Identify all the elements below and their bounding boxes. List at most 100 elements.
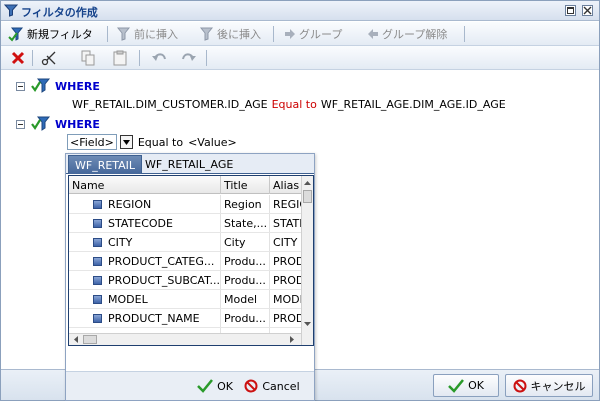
paste-button[interactable] [113,49,127,67]
popup-cancel-button[interactable]: Cancel [242,375,302,397]
separator [139,50,140,66]
field-placeholder: <Field> [70,135,114,149]
condition-operator[interactable]: Equal to [272,98,317,111]
vertical-scrollbar[interactable] [301,176,313,345]
field-name-cell: MODEL [69,290,221,308]
cancel-icon [244,379,258,393]
value-placeholder[interactable]: <Value> [188,136,237,149]
ungroup-label: グループ解除 [382,28,448,41]
separator [206,50,207,66]
field-row[interactable]: PRODUCT_SUBCAT...Produ...PRODUCT_SUBCATE… [69,271,301,290]
field-name-cell: PRODUCT_SUBCAT... [69,271,221,289]
field-title: Model [221,290,270,308]
horizontal-scrollbar[interactable] [69,333,301,345]
separator [107,26,108,42]
popup-ok-button[interactable]: OK [194,375,236,397]
scroll-down-icon[interactable] [302,319,313,329]
field-dropdown-button[interactable] [119,135,133,149]
where-node-2[interactable]: WHERE [16,116,100,132]
insert-filter-icon [116,27,131,41]
popup-cancel-label: Cancel [262,379,300,393]
title-bar: フィルタの作成 [1,1,599,21]
cut-button[interactable] [41,49,57,67]
condition-right-field[interactable]: WF_RETAIL_AGE.DIM_AGE.ID_AGE [321,98,506,111]
field-name: PRODUCT_SUBCAT... [108,273,220,287]
undo-icon [152,53,166,61]
field-row[interactable]: PRODUCT_CATEG... Produ...PRODUCT_CATEGORY [69,252,301,271]
column-header-title[interactable]: Title [221,176,270,194]
field-title: City [221,233,270,251]
filter-toolbar: 新規フィルタ 前に挿入 後に挿入 グループ グループ解除 [1,22,599,46]
field-icon [93,218,102,228]
insert-after-label: 後に挿入 [217,28,261,41]
scroll-left-icon[interactable] [71,334,81,345]
collapse-toggle[interactable] [16,119,25,129]
cancel-label: キャンセル [530,379,586,393]
new-filter-button[interactable]: 新規フィルタ [8,25,93,43]
field-row[interactable]: REGIONRegionREGION [69,195,301,214]
delete-button[interactable] [11,49,25,67]
group-label: グループ [299,28,343,41]
field-name-cell: REGION [69,195,221,213]
separator [464,26,465,42]
scroll-up-icon[interactable] [302,178,313,188]
field-row[interactable]: STATECODEState,...STATECODE [69,214,301,233]
new-filter-icon [8,27,24,42]
column-header-alias[interactable]: Alias [270,176,301,194]
separator [32,50,33,66]
where-node-1[interactable]: WHERE [16,78,100,94]
field-name: CITY [108,235,133,249]
field-title: State,... [221,214,270,232]
insert-filter-icon [199,27,214,41]
cut-icon [41,51,56,66]
separator [273,26,274,42]
ok-button[interactable]: OK [433,374,499,397]
field-icon [93,199,102,209]
condition-row[interactable]: WF_RETAIL.DIM_CUSTOMER.ID_AGE Equal to W… [72,98,506,111]
field-name-cell: STATECODE [69,214,221,232]
tab-wf-retail-age[interactable]: WF_RETAIL_AGE [139,155,239,174]
condition-row-editing[interactable]: <Field> Equal to <Value> [67,134,237,150]
maximize-button[interactable] [565,5,576,16]
ok-label: OK [468,379,484,392]
field-name: MODEL [108,292,148,306]
tab-wf-retail[interactable]: WF_RETAIL [68,155,143,174]
group-button[interactable]: グループ [284,25,342,43]
redo-button[interactable] [181,49,197,67]
scroll-thumb[interactable] [303,190,312,203]
copy-icon [81,50,95,66]
collapse-toggle[interactable] [16,81,25,91]
insert-after-button[interactable]: 後に挿入 [198,25,261,43]
field-name-cell: PRODUCT_CATEG... [69,252,221,270]
checkmark-icon [197,379,214,393]
insert-before-label: 前に挿入 [134,28,178,41]
field-title: Produ... [221,271,270,289]
cancel-button[interactable]: キャンセル [505,374,593,397]
field-icon [93,275,102,285]
copy-button[interactable] [81,49,95,67]
field-row[interactable]: PRODUCT_NAMEProdu...PRODUCT_NAME [69,309,301,328]
field-icon [93,237,102,247]
delete-icon [11,51,25,65]
redo-icon [182,53,196,61]
field-icon [93,313,102,323]
grid-header: Name Title Alias [69,176,301,194]
close-button[interactable] [582,5,593,16]
insert-before-button[interactable]: 前に挿入 [115,25,178,43]
field-selector[interactable]: <Field> [67,134,117,150]
condition-operator[interactable]: Equal to [138,136,183,149]
field-alias: PRODUCT_CATEGORY [273,254,301,268]
field-row[interactable]: CITY City CITY [69,233,301,252]
scroll-right-icon[interactable] [287,334,297,345]
condition-left-field[interactable]: WF_RETAIL.DIM_CUSTOMER.ID_AGE [72,98,268,111]
field-name: STATECODE [108,216,173,230]
field-alias: PRODUCT_SUBCATEGORY [273,273,301,287]
column-header-name[interactable]: Name [69,176,221,194]
ungroup-button[interactable]: グループ解除 [367,25,447,43]
field-name: REGION [108,197,152,211]
filter-check-icon [31,116,51,131]
undo-button[interactable] [151,49,167,67]
paste-icon [113,50,127,66]
field-row[interactable]: MODELModelMODEL [69,290,301,309]
scroll-thumb[interactable] [83,335,97,344]
